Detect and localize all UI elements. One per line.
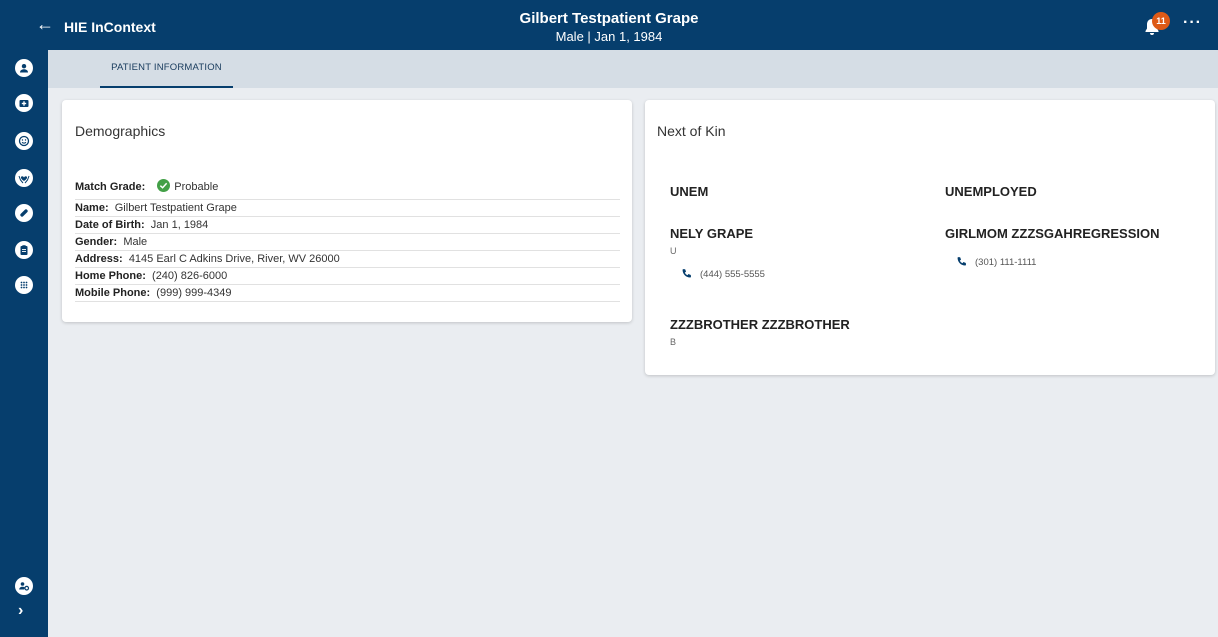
- expand-sidebar-icon[interactable]: ›: [18, 602, 23, 620]
- account-icon[interactable]: [15, 59, 33, 77]
- kin-name: UNEMPLOYED: [945, 184, 1037, 199]
- match-grade-value: Probable: [174, 181, 219, 193]
- kin-phone[interactable]: (444) 555-5555: [681, 268, 765, 280]
- check-circle-icon: [157, 179, 171, 192]
- field-label: Address:: [75, 253, 123, 265]
- demographic-row-home-phone: Home Phone: (240) 826-6000: [75, 268, 620, 285]
- patient-summary: Male | Jan 1, 1984: [555, 29, 663, 44]
- field-label: Date of Birth:: [75, 219, 145, 231]
- field-value: Male: [123, 236, 148, 248]
- phone-icon: [682, 269, 691, 278]
- demographics-title: Demographics: [75, 123, 166, 139]
- match-grade-label: Match Grade:: [75, 181, 146, 193]
- clipboard-icon[interactable]: [15, 241, 33, 259]
- heart-hands-icon[interactable]: [15, 169, 33, 187]
- kin-name: ZZZBROTHER ZZZBROTHER: [670, 317, 850, 332]
- face-icon[interactable]: [15, 132, 33, 150]
- field-label: Name:: [75, 202, 109, 214]
- top-bar: ← HIE InContext Gilbert Testpatient Grap…: [0, 0, 1218, 50]
- kin-relation: B: [670, 337, 677, 347]
- demographic-row-address: Address: 4145 Earl C Adkins Drive, River…: [75, 251, 620, 268]
- demographics-list: Match Grade: Probable Name: Gilbert Testp…: [75, 178, 620, 302]
- field-value: 4145 Earl C Adkins Drive, River, WV 2600…: [128, 253, 340, 265]
- demographics-card: Demographics Match Grade: Probable Name: …: [62, 100, 632, 322]
- pill-icon[interactable]: [15, 204, 33, 222]
- kin-phone[interactable]: (301) 111-1111: [956, 256, 1036, 268]
- kin-name: GIRLMOM ZZZSGAHREGRESSION: [945, 226, 1160, 241]
- kin-name: NELY GRAPE: [670, 226, 754, 241]
- more-options-icon[interactable]: ···: [1183, 14, 1202, 32]
- next-of-kin-title: Next of Kin: [657, 123, 726, 139]
- field-value: Jan 1, 1984: [150, 219, 209, 231]
- apps-grid-icon[interactable]: [15, 276, 33, 294]
- patient-name: Gilbert Testpatient Grape: [519, 10, 699, 27]
- demographic-row-name: Name: Gilbert Testpatient Grape: [75, 200, 620, 217]
- field-label: Mobile Phone:: [75, 287, 151, 299]
- demographic-row-gender: Gender: Male: [75, 234, 620, 251]
- demographic-row-mobile-phone: Mobile Phone: (999) 999-4349: [75, 285, 620, 302]
- user-settings-icon[interactable]: [15, 577, 33, 595]
- medical-folder-icon[interactable]: [15, 94, 33, 112]
- tab-strip: PATIENT INFORMATION: [48, 50, 1218, 88]
- field-value: Gilbert Testpatient Grape: [114, 202, 237, 214]
- field-value: (240) 826-6000: [152, 270, 228, 282]
- kin-relation: U: [670, 246, 677, 256]
- tab-patient-information[interactable]: PATIENT INFORMATION: [100, 50, 233, 88]
- field-label: Home Phone:: [75, 270, 146, 282]
- kin-phone-number: (301) 111-1111: [975, 257, 1037, 268]
- kin-phone-number: (444) 555-5555: [700, 269, 765, 280]
- sidebar: ›: [0, 50, 48, 637]
- match-grade-row: Match Grade: Probable: [75, 178, 620, 200]
- field-label: Gender:: [75, 236, 118, 248]
- next-of-kin-card: Next of Kin UNEM UNEMPLOYED NELY GRAPE U…: [645, 100, 1215, 375]
- demographic-row-dob: Date of Birth: Jan 1, 1984: [75, 217, 620, 234]
- notification-count-badge[interactable]: 11: [1152, 12, 1170, 30]
- kin-name: UNEM: [670, 184, 709, 199]
- field-value: (999) 999-4349: [156, 287, 232, 299]
- phone-icon: [957, 257, 966, 266]
